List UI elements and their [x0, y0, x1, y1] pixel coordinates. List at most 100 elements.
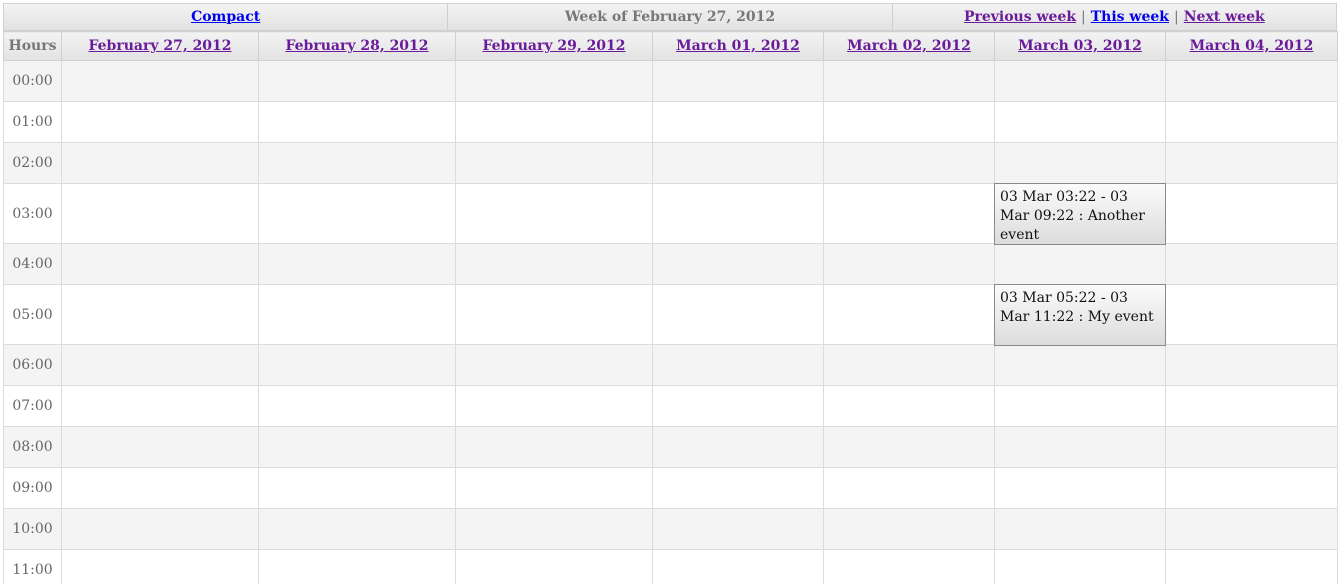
time-slot[interactable] — [1165, 344, 1338, 386]
time-slot[interactable] — [455, 467, 653, 509]
time-slot[interactable] — [61, 549, 259, 584]
day-link[interactable]: February 28, 2012 — [285, 38, 428, 54]
day-link[interactable]: February 29, 2012 — [482, 38, 625, 54]
time-slot[interactable] — [258, 467, 456, 509]
time-slot[interactable] — [61, 284, 259, 345]
time-slot[interactable]: 03 Mar 03:22 - 03 Mar 09:22 : Another ev… — [994, 183, 1166, 245]
time-slot[interactable] — [1165, 426, 1338, 468]
time-slot[interactable] — [1165, 142, 1338, 184]
calendar-event[interactable]: 03 Mar 03:22 - 03 Mar 09:22 : Another ev… — [994, 183, 1166, 245]
time-slot[interactable] — [652, 101, 824, 143]
time-slot[interactable] — [652, 183, 824, 244]
time-slot[interactable] — [652, 426, 824, 468]
time-slot[interactable] — [823, 284, 995, 345]
time-slot[interactable] — [61, 344, 259, 386]
time-slot[interactable] — [652, 60, 824, 102]
time-slot[interactable] — [258, 426, 456, 468]
time-slot[interactable] — [652, 142, 824, 184]
time-slot[interactable] — [61, 60, 259, 102]
time-slot[interactable] — [455, 508, 653, 550]
time-slot[interactable] — [994, 549, 1166, 584]
time-slot[interactable] — [258, 243, 456, 285]
time-slot[interactable] — [455, 344, 653, 386]
time-slot[interactable] — [823, 549, 995, 584]
time-slot[interactable] — [455, 243, 653, 285]
time-slot[interactable] — [258, 549, 456, 584]
time-slot[interactable] — [258, 284, 456, 345]
time-slot[interactable] — [994, 344, 1166, 386]
compact-link[interactable]: Compact — [191, 9, 260, 25]
time-slot[interactable] — [994, 243, 1166, 285]
time-slot[interactable] — [61, 426, 259, 468]
time-slot[interactable] — [823, 142, 995, 184]
previous-week-link[interactable]: Previous week — [964, 9, 1076, 25]
day-header: February 29, 2012 — [455, 31, 653, 61]
time-slot[interactable] — [61, 385, 259, 427]
day-link[interactable]: March 02, 2012 — [847, 38, 971, 54]
time-slot[interactable] — [823, 385, 995, 427]
time-slot[interactable] — [823, 60, 995, 102]
time-slot[interactable] — [823, 426, 995, 468]
time-slot[interactable] — [258, 183, 456, 244]
time-slot[interactable] — [1165, 101, 1338, 143]
time-slot[interactable] — [61, 142, 259, 184]
time-slot[interactable] — [455, 60, 653, 102]
time-slot[interactable] — [1165, 467, 1338, 509]
time-slot[interactable] — [258, 508, 456, 550]
day-link[interactable]: March 04, 2012 — [1190, 38, 1314, 54]
time-slot[interactable] — [652, 385, 824, 427]
time-slot[interactable] — [455, 142, 653, 184]
time-slot[interactable] — [455, 101, 653, 143]
time-slot[interactable] — [455, 385, 653, 427]
time-slot[interactable] — [652, 508, 824, 550]
time-slot[interactable] — [994, 385, 1166, 427]
time-slot[interactable] — [1165, 60, 1338, 102]
time-slot[interactable] — [994, 142, 1166, 184]
time-slot[interactable] — [258, 142, 456, 184]
time-slot[interactable] — [652, 549, 824, 584]
time-slot[interactable] — [258, 385, 456, 427]
time-slot[interactable] — [823, 101, 995, 143]
time-slot[interactable] — [823, 344, 995, 386]
time-slot[interactable] — [994, 508, 1166, 550]
time-slot[interactable] — [455, 284, 653, 345]
calendar-event[interactable]: 03 Mar 05:22 - 03 Mar 11:22 : My event — [994, 284, 1166, 346]
time-slot[interactable] — [258, 101, 456, 143]
time-slot[interactable] — [61, 183, 259, 244]
time-slot[interactable] — [652, 467, 824, 509]
day-link[interactable]: February 27, 2012 — [88, 38, 231, 54]
time-slot[interactable] — [1165, 385, 1338, 427]
time-slot[interactable] — [1165, 183, 1338, 244]
time-slot[interactable] — [652, 344, 824, 386]
time-slot[interactable] — [258, 60, 456, 102]
time-slot[interactable] — [455, 549, 653, 584]
hour-label: 10:00 — [3, 508, 62, 550]
time-slot[interactable] — [994, 101, 1166, 143]
time-slot[interactable] — [455, 426, 653, 468]
time-slot[interactable] — [994, 60, 1166, 102]
day-link[interactable]: March 03, 2012 — [1018, 38, 1142, 54]
time-slot[interactable] — [1165, 508, 1338, 550]
time-slot[interactable] — [823, 243, 995, 285]
time-slot[interactable] — [258, 344, 456, 386]
time-slot[interactable] — [61, 243, 259, 285]
time-slot[interactable] — [652, 284, 824, 345]
time-slot[interactable] — [823, 508, 995, 550]
time-slot[interactable] — [1165, 284, 1338, 345]
time-slot[interactable] — [1165, 549, 1338, 584]
time-slot[interactable] — [652, 243, 824, 285]
next-week-link[interactable]: Next week — [1184, 9, 1265, 25]
time-slot[interactable] — [1165, 243, 1338, 285]
time-slot[interactable] — [994, 426, 1166, 468]
time-slot[interactable] — [61, 508, 259, 550]
day-header: February 27, 2012 — [61, 31, 259, 61]
time-slot[interactable] — [823, 183, 995, 244]
day-link[interactable]: March 01, 2012 — [676, 38, 800, 54]
time-slot[interactable] — [61, 467, 259, 509]
this-week-link[interactable]: This week — [1091, 9, 1169, 25]
time-slot[interactable] — [61, 101, 259, 143]
time-slot[interactable] — [455, 183, 653, 244]
time-slot[interactable]: 03 Mar 05:22 - 03 Mar 11:22 : My event — [994, 284, 1166, 346]
time-slot[interactable] — [994, 467, 1166, 509]
time-slot[interactable] — [823, 467, 995, 509]
